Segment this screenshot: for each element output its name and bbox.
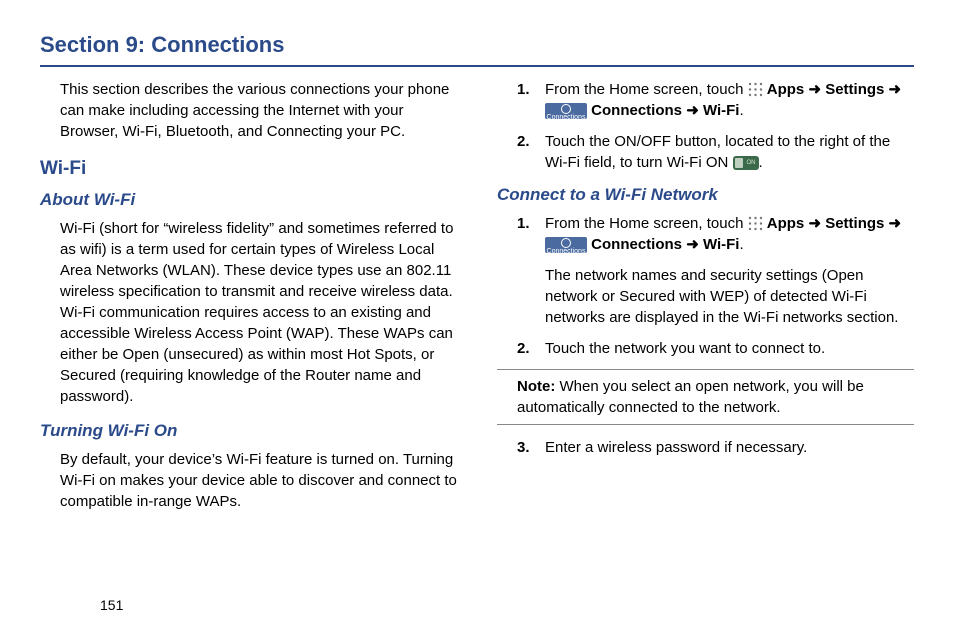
step-number: 2. [517,338,535,359]
step-text: From the Home screen, touch Apps ➜ Setti… [545,79,914,121]
note-rule-bottom [497,424,914,425]
settings-label: Settings [825,81,884,98]
wifi-label: Wi-Fi [703,236,740,253]
wifi-label: Wi-Fi [703,102,740,119]
arrow-icon: ➜ [686,236,703,253]
step-number: 1. [517,213,535,255]
text-fragment: From the Home screen, touch [545,81,748,98]
apps-icon [748,82,763,97]
connections-icon: Connections [545,237,587,253]
step-text: Enter a wireless password if necessary. [545,437,914,458]
text-fragment: From the Home screen, touch [545,215,748,232]
apps-icon [748,216,763,231]
right-column: 1. From the Home screen, touch Apps ➜ Se… [497,79,914,524]
connect-step-1: 1. From the Home screen, touch Apps ➜ Se… [517,213,914,255]
period: . [759,154,763,171]
step-number: 2. [517,131,535,173]
about-wifi-heading: About Wi-Fi [40,188,457,212]
arrow-icon: ➜ [808,81,825,98]
settings-label: Settings [825,215,884,232]
arrow-icon: ➜ [889,215,902,232]
connect-step-3: 3. Enter a wireless password if necessar… [517,437,914,458]
about-wifi-para: Wi-Fi (short for “wireless fidelity” and… [60,218,457,407]
page-number: 151 [100,596,123,616]
step-number: 1. [517,79,535,121]
arrow-icon: ➜ [889,81,902,98]
content-columns: This section describes the various conne… [40,79,914,524]
title-rule [40,65,914,67]
step-text: Touch the ON/OFF button, located to the … [545,131,914,173]
connections-label: Connections [591,236,682,253]
turning-wifi-on-para: By default, your device’s Wi-Fi feature … [60,449,457,512]
left-column: This section describes the various conne… [40,79,457,524]
section-title: Section 9: Connections [40,30,914,61]
note-rule-top [497,369,914,370]
note: Note: When you select an open network, y… [517,376,894,418]
period: . [739,102,743,119]
text-fragment: Touch the ON/OFF button, located to the … [545,133,890,171]
step-text: Touch the network you want to connect to… [545,338,914,359]
period: . [739,236,743,253]
arrow-icon: ➜ [686,102,703,119]
arrow-icon: ➜ [808,215,825,232]
intro-para: This section describes the various conne… [60,79,457,142]
step-number: 3. [517,437,535,458]
step-1: 1. From the Home screen, touch Apps ➜ Se… [517,79,914,121]
step-text: From the Home screen, touch Apps ➜ Setti… [545,213,914,255]
note-label: Note: [517,378,555,395]
step-2: 2. Touch the ON/OFF button, located to t… [517,131,914,173]
connect-network-heading: Connect to a Wi-Fi Network [497,183,914,207]
note-body: When you select an open network, you wil… [517,378,864,416]
toggle-on-icon [733,156,759,170]
wifi-heading: Wi-Fi [40,156,457,183]
connect-step-1-sub: The network names and security settings … [545,265,914,328]
connect-step-2: 2. Touch the network you want to connect… [517,338,914,359]
turning-wifi-on-heading: Turning Wi-Fi On [40,419,457,443]
apps-label: Apps [767,215,805,232]
connections-label: Connections [591,102,682,119]
connections-icon: Connections [545,103,587,119]
apps-label: Apps [767,81,805,98]
